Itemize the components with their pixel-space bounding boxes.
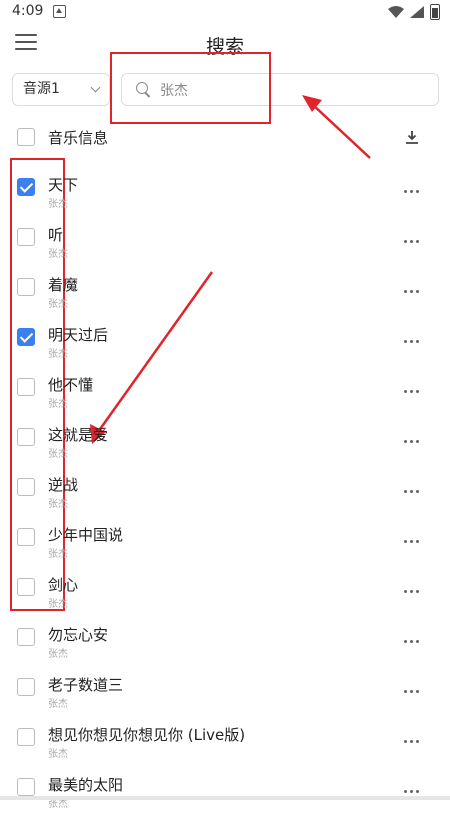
song-checkbox[interactable]: [17, 378, 35, 396]
more-options-icon[interactable]: [402, 586, 422, 596]
song-title: 听: [48, 226, 64, 244]
song-artist: 张杰: [48, 749, 68, 760]
song-title: 老子数道三: [48, 676, 124, 694]
song-artist: 张杰: [48, 199, 68, 210]
song-row[interactable]: 他不懂 张杰: [0, 374, 450, 424]
song-title: 勿忘心安: [48, 626, 109, 644]
song-artist: 张杰: [48, 649, 68, 660]
more-options-icon[interactable]: [402, 436, 422, 446]
song-title: 逆战: [48, 476, 79, 494]
status-bar: 4:09: [0, 0, 450, 26]
song-artist: 张杰: [48, 549, 68, 560]
more-options-icon[interactable]: [402, 286, 422, 296]
more-options-icon[interactable]: [402, 486, 422, 496]
song-artist: 张杰: [48, 399, 68, 410]
song-checkbox[interactable]: [17, 478, 35, 496]
song-artist: 张杰: [48, 499, 68, 510]
song-row[interactable]: 天下 张杰: [0, 174, 450, 224]
song-checkbox[interactable]: [17, 778, 35, 796]
signal-icon: [410, 6, 424, 18]
song-checkbox[interactable]: [17, 178, 35, 196]
search-box[interactable]: [121, 73, 439, 106]
song-title: 最美的太阳: [48, 776, 124, 794]
song-checkbox[interactable]: [17, 328, 35, 346]
status-time: 4:09: [12, 3, 44, 19]
song-row[interactable]: 剑心 张杰: [0, 574, 450, 624]
song-row[interactable]: 逆战 张杰: [0, 474, 450, 524]
song-row[interactable]: 明天过后 张杰: [0, 324, 450, 374]
song-row[interactable]: 少年中国说 张杰: [0, 524, 450, 574]
song-title: 这就是爱: [48, 426, 109, 444]
source-select[interactable]: 音源1: [12, 73, 110, 106]
song-artist: 张杰: [48, 349, 68, 360]
more-options-icon[interactable]: [402, 186, 422, 196]
song-title: 想见你想见你想见你 (Live版): [48, 726, 246, 744]
song-artist: 张杰: [48, 299, 68, 310]
list-header: 音乐信息: [0, 122, 450, 152]
song-row[interactable]: 勿忘心安 张杰: [0, 624, 450, 674]
wifi-icon: [388, 6, 404, 18]
song-row[interactable]: 听张杰: [0, 224, 450, 274]
more-options-icon[interactable]: [402, 636, 422, 646]
song-artist: 张杰: [48, 249, 68, 260]
list-header-label: 音乐信息: [48, 129, 109, 147]
song-title: 天下: [48, 176, 79, 194]
song-artist: 张杰: [48, 449, 68, 460]
notification-icon: [53, 5, 66, 18]
song-title: 着魔: [48, 276, 79, 294]
more-options-icon[interactable]: [402, 536, 422, 546]
song-row[interactable]: 想见你想见你想见你 (Live版) 张杰: [0, 724, 450, 774]
more-options-icon[interactable]: [402, 786, 422, 796]
more-options-icon[interactable]: [402, 236, 422, 246]
song-checkbox[interactable]: [17, 428, 35, 446]
song-checkbox[interactable]: [17, 228, 35, 246]
song-row[interactable]: 这就是爱 张杰: [0, 424, 450, 474]
song-row[interactable]: 着魔 张杰: [0, 274, 450, 324]
source-select-value: 音源1: [23, 81, 60, 97]
more-options-icon[interactable]: [402, 686, 422, 696]
song-title: 少年中国说: [48, 526, 124, 544]
more-options-icon[interactable]: [402, 386, 422, 396]
song-title: 他不懂: [48, 376, 94, 394]
select-all-checkbox[interactable]: [17, 128, 35, 146]
chevron-down-icon: [90, 82, 101, 93]
song-checkbox[interactable]: [17, 528, 35, 546]
song-title: 剑心: [48, 576, 79, 594]
search-input[interactable]: [160, 74, 420, 105]
song-artist: 张杰: [48, 599, 68, 610]
song-checkbox[interactable]: [17, 728, 35, 746]
song-row[interactable]: 老子数道三 张杰: [0, 674, 450, 724]
page-title: 搜索: [205, 36, 244, 58]
song-checkbox[interactable]: [17, 278, 35, 296]
song-checkbox[interactable]: [17, 678, 35, 696]
song-artist: 张杰: [48, 699, 68, 710]
song-checkbox[interactable]: [17, 628, 35, 646]
song-checkbox[interactable]: [17, 578, 35, 596]
search-icon: [136, 82, 148, 94]
download-icon[interactable]: [405, 130, 419, 144]
song-title: 明天过后: [48, 326, 109, 344]
battery-icon: [430, 4, 440, 20]
bottom-divider: [0, 796, 450, 800]
more-options-icon[interactable]: [402, 736, 422, 746]
more-options-icon[interactable]: [402, 336, 422, 346]
status-icons: [388, 4, 440, 20]
